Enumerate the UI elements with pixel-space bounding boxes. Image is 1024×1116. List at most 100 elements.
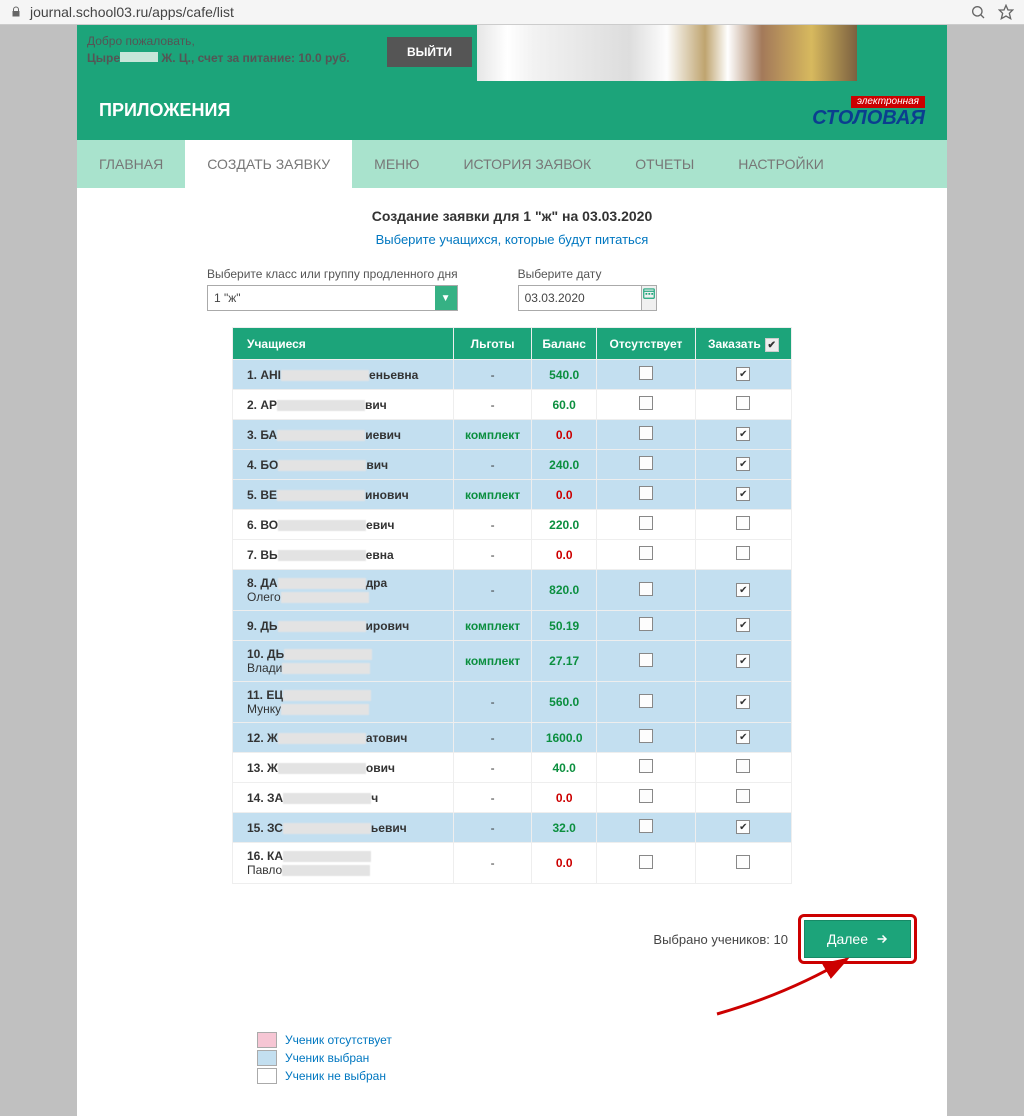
order-cell[interactable]: [695, 390, 791, 420]
table-row[interactable]: 16. КАПавло-0.0: [233, 843, 792, 884]
order-checkbox[interactable]: [736, 546, 750, 560]
table-row[interactable]: 13. Жович-40.0: [233, 753, 792, 783]
order-cell[interactable]: [695, 420, 791, 450]
search-icon[interactable]: [970, 4, 986, 20]
absent-cell[interactable]: [597, 813, 696, 843]
order-cell[interactable]: [695, 611, 791, 641]
order-checkbox[interactable]: [736, 789, 750, 803]
star-icon[interactable]: [998, 4, 1014, 20]
order-cell[interactable]: [695, 723, 791, 753]
absent-cell[interactable]: [597, 570, 696, 611]
absent-checkbox[interactable]: [639, 729, 653, 743]
order-checkbox[interactable]: [736, 487, 750, 501]
table-row[interactable]: 12. Жатович-1600.0: [233, 723, 792, 753]
table-row[interactable]: 14. ЗАч-0.0: [233, 783, 792, 813]
benefit-cell: -: [453, 813, 531, 843]
absent-cell[interactable]: [597, 843, 696, 884]
table-row[interactable]: 1. АНIеньевна-540.0: [233, 360, 792, 390]
table-row[interactable]: 15. ЗСьевич-32.0: [233, 813, 792, 843]
absent-checkbox[interactable]: [639, 426, 653, 440]
order-cell[interactable]: [695, 753, 791, 783]
absent-checkbox[interactable]: [639, 819, 653, 833]
order-checkbox[interactable]: [736, 730, 750, 744]
absent-cell[interactable]: [597, 682, 696, 723]
absent-checkbox[interactable]: [639, 694, 653, 708]
absent-checkbox[interactable]: [639, 582, 653, 596]
absent-checkbox[interactable]: [639, 759, 653, 773]
absent-cell[interactable]: [597, 783, 696, 813]
absent-cell[interactable]: [597, 420, 696, 450]
order-checkbox[interactable]: [736, 654, 750, 668]
chevron-down-icon[interactable]: ▼: [435, 286, 457, 310]
order-checkbox[interactable]: [736, 759, 750, 773]
absent-cell[interactable]: [597, 390, 696, 420]
url-text[interactable]: journal.school03.ru/apps/cafe/list: [30, 4, 958, 20]
order-checkbox[interactable]: [736, 516, 750, 530]
class-input[interactable]: [208, 286, 435, 310]
absent-cell[interactable]: [597, 641, 696, 682]
table-row[interactable]: 6. ВОевич-220.0: [233, 510, 792, 540]
absent-checkbox[interactable]: [639, 546, 653, 560]
calendar-icon[interactable]: [641, 286, 656, 310]
order-cell[interactable]: [695, 641, 791, 682]
absent-cell[interactable]: [597, 753, 696, 783]
tab-0[interactable]: ГЛАВНАЯ: [77, 140, 185, 188]
order-checkbox[interactable]: [736, 618, 750, 632]
order-checkbox[interactable]: [736, 427, 750, 441]
tab-1[interactable]: СОЗДАТЬ ЗАЯВКУ: [185, 140, 352, 188]
table-row[interactable]: 8. ДАдраОлего-820.0: [233, 570, 792, 611]
order-cell[interactable]: [695, 813, 791, 843]
order-checkbox[interactable]: [736, 583, 750, 597]
table-row[interactable]: 4. БОвич-240.0: [233, 450, 792, 480]
absent-checkbox[interactable]: [639, 855, 653, 869]
order-cell[interactable]: [695, 450, 791, 480]
order-checkbox[interactable]: [736, 367, 750, 381]
absent-checkbox[interactable]: [639, 617, 653, 631]
order-cell[interactable]: [695, 360, 791, 390]
absent-cell[interactable]: [597, 360, 696, 390]
table-row[interactable]: 5. ВЕиновичкомплект0.0: [233, 480, 792, 510]
order-cell[interactable]: [695, 540, 791, 570]
logout-button[interactable]: ВЫЙТИ: [387, 37, 472, 67]
order-cell[interactable]: [695, 480, 791, 510]
order-cell[interactable]: [695, 783, 791, 813]
absent-checkbox[interactable]: [639, 486, 653, 500]
absent-checkbox[interactable]: [639, 653, 653, 667]
class-select[interactable]: ▼: [207, 285, 458, 311]
absent-cell[interactable]: [597, 480, 696, 510]
absent-cell[interactable]: [597, 540, 696, 570]
tab-4[interactable]: ОТЧЕТЫ: [613, 140, 716, 188]
next-button[interactable]: Далее: [804, 920, 911, 958]
absent-cell[interactable]: [597, 510, 696, 540]
absent-cell[interactable]: [597, 611, 696, 641]
order-cell[interactable]: [695, 682, 791, 723]
absent-cell[interactable]: [597, 450, 696, 480]
order-checkbox[interactable]: [736, 695, 750, 709]
absent-checkbox[interactable]: [639, 456, 653, 470]
table-row[interactable]: 9. ДЬировичкомплект50.19: [233, 611, 792, 641]
table-row[interactable]: 10. ДЬВладикомплект27.17: [233, 641, 792, 682]
absent-checkbox[interactable]: [639, 516, 653, 530]
tab-2[interactable]: МЕНЮ: [352, 140, 441, 188]
absent-checkbox[interactable]: [639, 366, 653, 380]
order-cell[interactable]: [695, 510, 791, 540]
table-row[interactable]: 11. ЕЦМунку-560.0: [233, 682, 792, 723]
table-row[interactable]: 3. БАиевичкомплект0.0: [233, 420, 792, 450]
absent-checkbox[interactable]: [639, 789, 653, 803]
order-checkbox[interactable]: [736, 457, 750, 471]
order-checkbox[interactable]: [736, 820, 750, 834]
th-order[interactable]: Заказать: [695, 328, 791, 360]
table-row[interactable]: 7. ВЬевна-0.0: [233, 540, 792, 570]
date-select[interactable]: [518, 285, 657, 311]
table-row[interactable]: 2. АРвич-60.0: [233, 390, 792, 420]
absent-cell[interactable]: [597, 723, 696, 753]
date-input[interactable]: [519, 286, 641, 310]
tab-3[interactable]: ИСТОРИЯ ЗАЯВОК: [441, 140, 613, 188]
absent-checkbox[interactable]: [639, 396, 653, 410]
order-cell[interactable]: [695, 570, 791, 611]
order-all-checkbox[interactable]: [765, 338, 779, 352]
order-checkbox[interactable]: [736, 855, 750, 869]
order-checkbox[interactable]: [736, 396, 750, 410]
order-cell[interactable]: [695, 843, 791, 884]
tab-5[interactable]: НАСТРОЙКИ: [716, 140, 846, 188]
